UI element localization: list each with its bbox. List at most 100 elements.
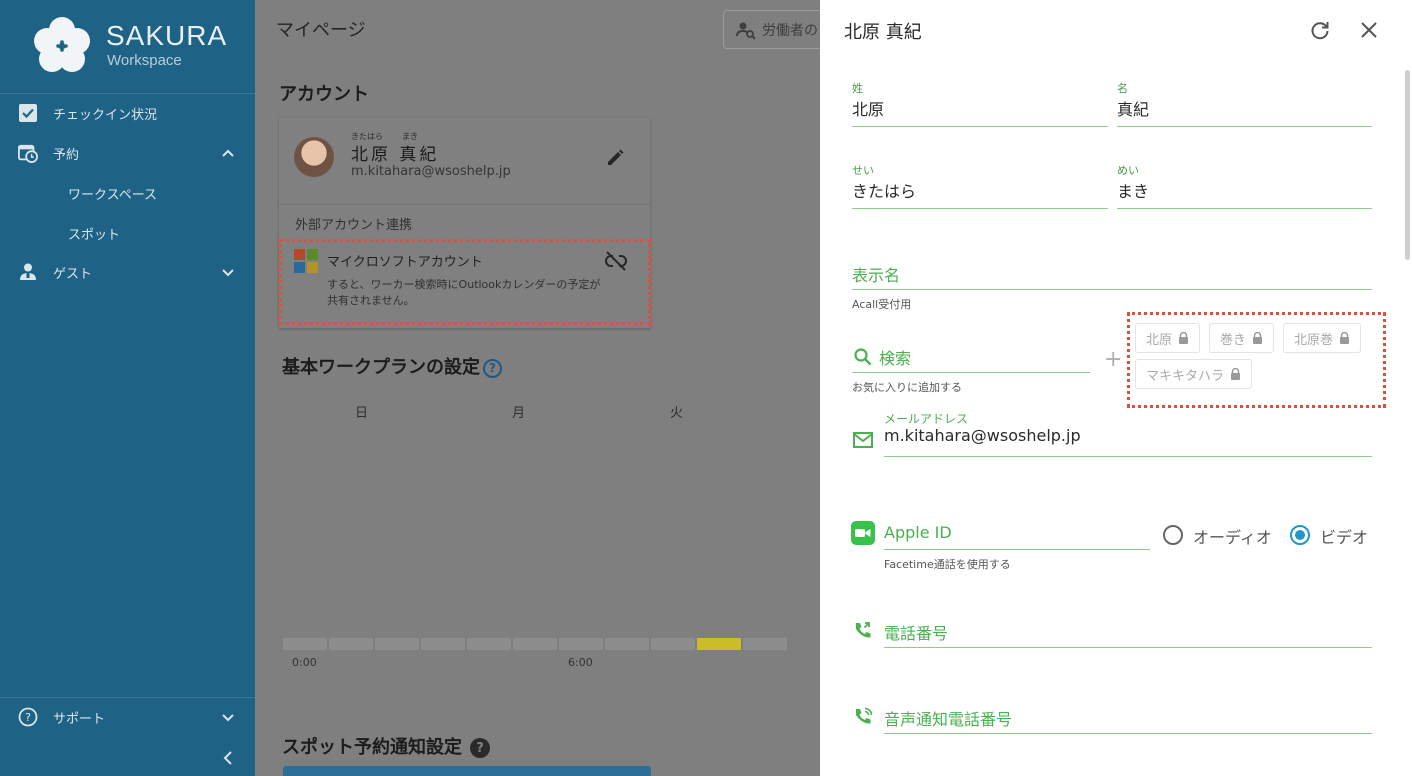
search-icon <box>854 348 872 366</box>
timeline-slot[interactable] <box>513 638 557 650</box>
edit-pencil-icon[interactable] <box>605 148 625 168</box>
scrollbar[interactable] <box>1405 70 1410 260</box>
field-caption: せい <box>852 164 874 177</box>
timeline-slot[interactable] <box>467 638 511 650</box>
timeline-slot[interactable] <box>329 638 373 650</box>
timeline-slot[interactable] <box>421 638 465 650</box>
sidebar-item-guest[interactable]: ゲスト <box>0 254 255 290</box>
field-underline <box>1117 208 1372 209</box>
help-circle-icon: ? <box>18 707 38 727</box>
email-field[interactable]: メールアドレス m.kitahara@wsoshelp.jp <box>884 410 1372 457</box>
first-name-field[interactable]: 名 真紀 <box>1117 80 1372 127</box>
panel-title: 北原 真紀 <box>844 22 922 43</box>
display-name-hint: Acall受付用 <box>852 298 912 311</box>
last-kana-field[interactable]: せい きたはら <box>852 162 1108 209</box>
mail-icon <box>853 432 873 448</box>
timeline-slot[interactable] <box>743 638 787 650</box>
field-underline <box>852 208 1108 209</box>
sidebar: SAKURA Workspace チェックイン状況 予約 ワークスペース スポッ… <box>0 0 255 776</box>
field-underline <box>1117 126 1372 127</box>
search-placeholder: 労働者の <box>762 22 818 39</box>
checkbox-icon <box>18 103 38 123</box>
workplan-heading-text: 基本ワークプランの設定 <box>282 357 480 378</box>
sidebar-subitem-spot[interactable]: スポット <box>68 224 120 243</box>
highlight-box <box>1127 312 1386 408</box>
add-plus-icon[interactable]: + <box>1104 347 1122 372</box>
refresh-icon[interactable] <box>1309 19 1331 41</box>
account-heading: アカウント <box>279 84 369 105</box>
workplan-heading: 基本ワークプランの設定? <box>282 353 502 379</box>
field-underline <box>852 372 1090 373</box>
phone-ringing-icon <box>856 707 873 724</box>
chevron-down-icon <box>222 269 234 277</box>
timeline-slot[interactable] <box>559 638 603 650</box>
timeline-slot[interactable] <box>605 638 649 650</box>
day-label: 火 <box>670 406 684 421</box>
video-radio[interactable] <box>1290 525 1310 545</box>
day-label: 月 <box>512 406 526 421</box>
timeline-slot[interactable] <box>697 638 741 650</box>
timeline-slot[interactable] <box>651 638 695 650</box>
field-caption: めい <box>1117 164 1139 177</box>
page-title: マイページ <box>276 20 366 41</box>
voice-phone-input[interactable]: 音声通知電話番号 <box>884 706 1012 730</box>
card-divider <box>279 204 650 205</box>
spot-heading-text: スポット予約通知設定 <box>282 737 462 758</box>
collapse-sidebar-icon[interactable] <box>218 748 238 768</box>
audio-label: オーディオ <box>1193 528 1272 547</box>
phone-input[interactable]: 電話番号 <box>884 620 948 644</box>
display-name-input[interactable]: 表示名 <box>852 262 900 286</box>
sidebar-subitem-workspace[interactable]: ワークスペース <box>68 184 157 203</box>
account-name: 北原 真紀 <box>351 145 440 165</box>
first-kana-field[interactable]: めい まき <box>1117 162 1372 209</box>
apple-id-hint: Facetime通話を使用する <box>884 558 1011 571</box>
video-label: ビデオ <box>1320 528 1369 547</box>
field-caption: メールアドレス <box>884 412 969 426</box>
help-icon[interactable]: ? <box>483 358 502 378</box>
guest-icon <box>18 262 38 282</box>
sidebar-item-reservation[interactable]: 予約 <box>0 135 255 171</box>
field-value: m.kitahara@wsoshelp.jp <box>884 426 1081 445</box>
field-value: 北原 <box>852 100 885 119</box>
last-name-field[interactable]: 姓 北原 <box>852 80 1108 127</box>
sidebar-item-label: サポート <box>53 711 106 727</box>
account-email: m.kitahara@wsoshelp.jp <box>351 164 511 179</box>
field-underline <box>884 733 1372 734</box>
timeline-slot[interactable] <box>375 638 419 650</box>
field-underline <box>884 647 1372 648</box>
favorite-search-input[interactable]: 検索 <box>853 345 911 369</box>
field-value: きたはら <box>852 182 917 201</box>
brand-logo[interactable]: SAKURA Workspace <box>0 0 255 94</box>
workplan-timeline[interactable] <box>283 638 820 650</box>
spot-settings-button[interactable] <box>283 766 651 776</box>
brand-name: SAKURA <box>106 20 228 51</box>
facetime-icon <box>851 521 875 545</box>
time-label: 0:00 <box>292 656 317 669</box>
phone-forward-icon <box>856 622 871 638</box>
close-icon[interactable] <box>1358 19 1380 41</box>
chevron-down-icon <box>222 714 234 722</box>
apple-id-input[interactable]: Apple ID <box>884 523 952 542</box>
field-caption: 名 <box>1117 82 1128 95</box>
svg-text:?: ? <box>25 711 31 724</box>
chevron-up-icon <box>222 149 234 157</box>
help-icon[interactable]: ? <box>470 738 490 758</box>
search-hint: お気に入りに追加する <box>852 381 962 394</box>
sidebar-item-checkin[interactable]: チェックイン状況 <box>0 95 255 131</box>
external-accounts-label: 外部アカウント連携 <box>295 218 413 233</box>
field-value: まき <box>1117 182 1150 201</box>
sidebar-divider <box>0 697 255 698</box>
field-value: 真紀 <box>1117 100 1150 119</box>
timeline-slot[interactable] <box>283 638 327 650</box>
field-underline <box>884 549 1150 550</box>
sidebar-item-support[interactable]: ? サポート <box>0 699 255 735</box>
sidebar-item-label: 予約 <box>53 147 80 163</box>
search-label: 検索 <box>879 349 912 368</box>
day-label: 日 <box>355 406 369 421</box>
brand-subtitle: Workspace <box>107 52 182 69</box>
sakura-flower-icon <box>34 17 90 72</box>
spot-notification-heading: スポット予約通知設定? <box>282 733 490 759</box>
avatar <box>294 137 334 177</box>
field-underline <box>852 126 1108 127</box>
audio-radio[interactable] <box>1163 525 1183 545</box>
